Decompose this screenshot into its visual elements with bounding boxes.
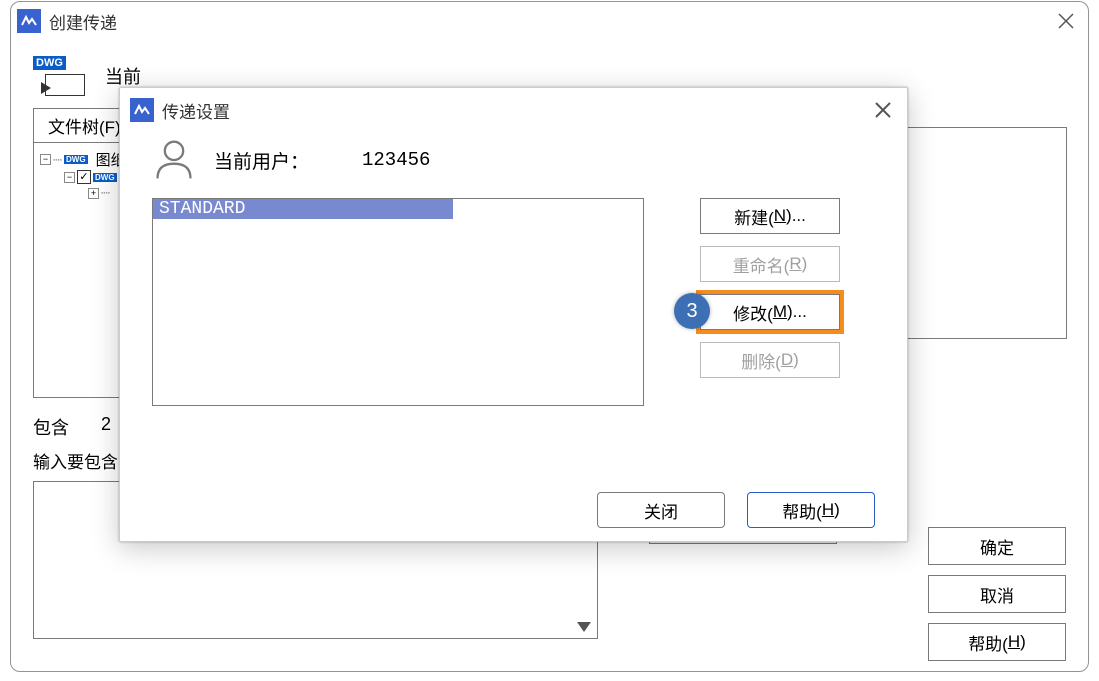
app-icon	[130, 98, 154, 122]
step-badge: 3	[674, 293, 710, 329]
chevron-down-icon[interactable]	[577, 622, 591, 632]
current-label: 当前	[105, 63, 141, 89]
current-user-label: 当前用户：	[214, 147, 344, 174]
close-icon[interactable]	[1056, 11, 1076, 31]
dwg-file-icon: DWG	[33, 56, 85, 96]
dialog-body: 当前用户： 123456 STANDARD 新建(N)... 重命名(R) 修改…	[120, 132, 907, 424]
close-button[interactable]: 关闭	[597, 492, 725, 528]
cancel-button[interactable]: 取消	[928, 575, 1066, 613]
close-icon[interactable]	[873, 100, 893, 120]
collapse-icon[interactable]: −	[64, 172, 75, 183]
help-button[interactable]: 帮助(H)	[747, 492, 875, 528]
app-icon	[17, 9, 41, 33]
collapse-icon[interactable]: −	[40, 154, 51, 165]
main-titlebar: 创建传递	[11, 2, 1088, 40]
delete-button: 删除(D)	[700, 342, 840, 378]
transfer-settings-dialog: 传递设置 当前用户： 123456 STANDARD 新建(N)... 重命名(	[119, 87, 908, 542]
dwg-mini-icon: DWG	[64, 155, 88, 164]
expand-icon[interactable]: +	[88, 188, 99, 199]
dialog-main: STANDARD 新建(N)... 重命名(R) 修改(M)... 删除(D)	[152, 198, 875, 406]
list-item-standard[interactable]: STANDARD	[153, 199, 453, 219]
user-icon	[152, 138, 196, 182]
current-user-row: 当前用户： 123456	[152, 138, 875, 182]
modify-button[interactable]: 修改(M)...	[700, 294, 840, 330]
dialog-footer: 关闭 帮助(H)	[120, 492, 907, 548]
rename-button: 重命名(R)	[700, 246, 840, 282]
checkbox-icon[interactable]: ✓	[77, 170, 91, 184]
settings-listbox[interactable]: STANDARD	[152, 198, 644, 406]
new-button[interactable]: 新建(N)...	[700, 198, 840, 234]
ok-button[interactable]: 确定	[928, 527, 1066, 565]
current-user-value: 123456	[362, 149, 430, 171]
main-button-stack: 确定 取消 帮助(H)	[928, 527, 1066, 661]
dialog-title: 传递设置	[162, 98, 230, 123]
help-button[interactable]: 帮助(H)	[928, 623, 1066, 661]
include-extra: 2	[101, 414, 111, 440]
include-label: 包含	[33, 414, 69, 440]
main-title: 创建传递	[49, 9, 117, 34]
dwg-mini-icon: DWG	[93, 173, 117, 182]
dialog-button-column: 新建(N)... 重命名(R) 修改(M)... 删除(D)	[700, 198, 840, 406]
dialog-titlebar: 传递设置	[120, 88, 907, 132]
